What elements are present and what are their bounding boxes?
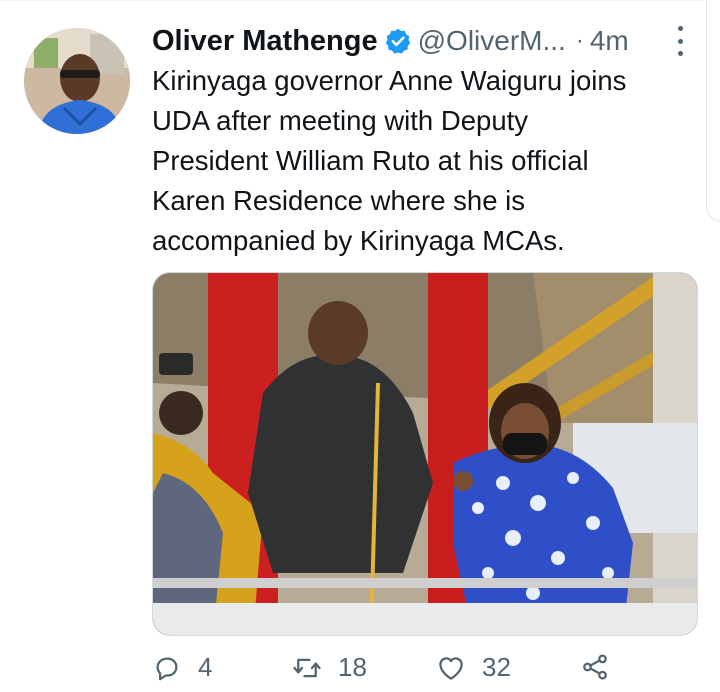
reply-icon xyxy=(156,657,178,680)
avatar-photo xyxy=(24,28,130,134)
like-button[interactable]: 32 xyxy=(436,652,511,683)
retweet-count: 18 xyxy=(338,652,367,682)
event-photo xyxy=(153,273,697,635)
reply-count: 4 xyxy=(198,652,213,682)
separator-dot: · xyxy=(575,27,584,54)
like-count: 32 xyxy=(482,652,511,682)
tweet-actions: 4 18 32 xyxy=(152,652,692,692)
timestamp[interactable]: 4m xyxy=(590,25,629,57)
tweet-text: Kirinyaga governor Anne Waiguru joins UD… xyxy=(152,65,627,256)
retweet-icon xyxy=(293,658,321,677)
heart-icon xyxy=(439,656,463,680)
author-name[interactable]: Oliver Mathenge xyxy=(152,25,378,58)
tweet-header: Oliver Mathenge @OliverM... · 4m xyxy=(152,20,692,62)
verified-badge-icon xyxy=(384,27,412,55)
author-handle[interactable]: @OliverM... xyxy=(418,25,566,57)
more-vertical-icon[interactable] xyxy=(672,26,688,56)
retweet-button[interactable]: 18 xyxy=(292,652,367,683)
share-icon xyxy=(583,654,607,680)
top-divider xyxy=(0,0,720,1)
avatar[interactable] xyxy=(24,28,130,134)
tweet-photo[interactable] xyxy=(152,272,698,636)
share-button[interactable] xyxy=(580,652,610,682)
side-panel-edge xyxy=(706,0,720,222)
reply-button[interactable]: 4 xyxy=(152,652,212,683)
